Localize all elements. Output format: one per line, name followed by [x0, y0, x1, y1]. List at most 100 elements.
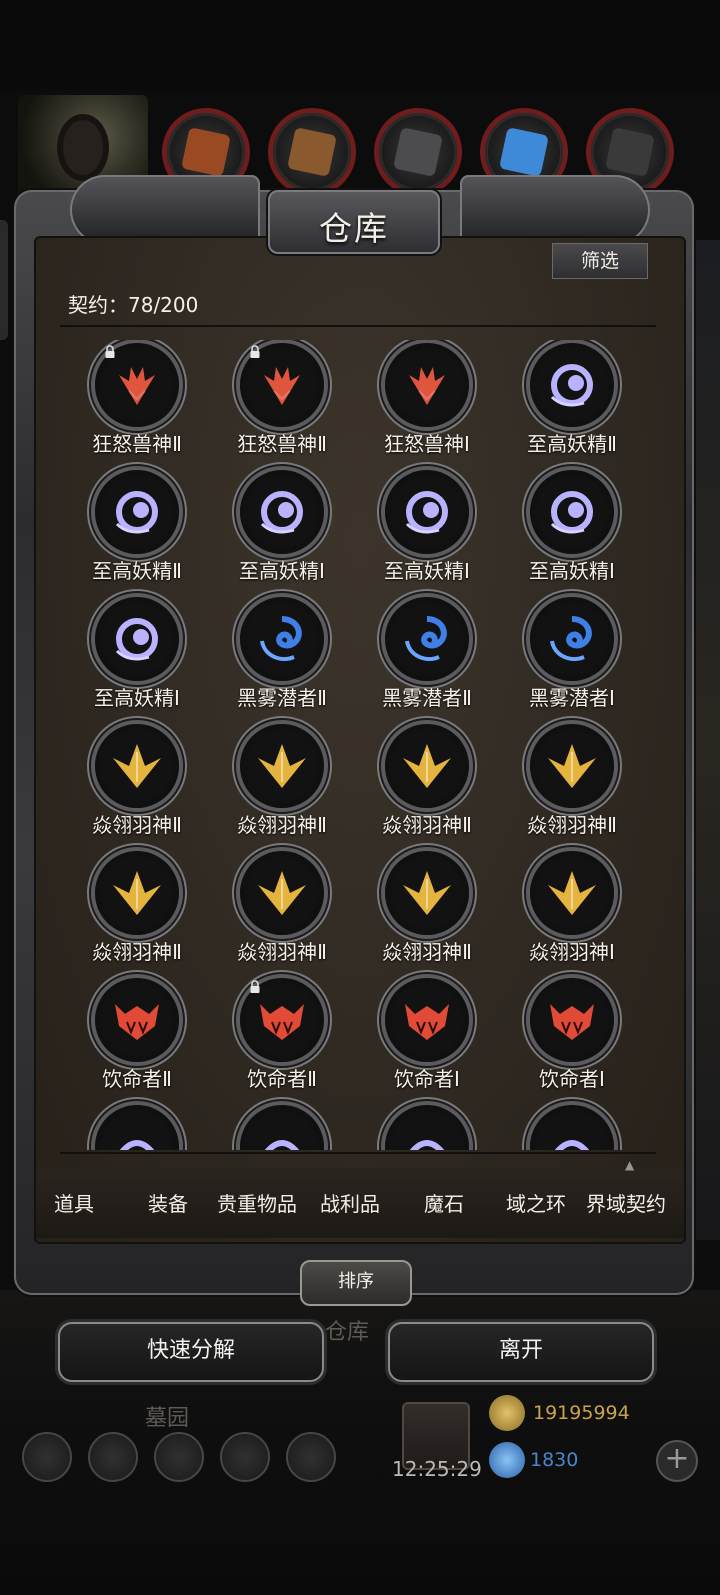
- contract-medal: [240, 470, 324, 554]
- contract-item[interactable]: 狂怒兽神Ⅱ: [207, 340, 357, 465]
- contract-item[interactable]: 焱翎羽神Ⅱ: [207, 848, 357, 973]
- lock-icon: [250, 980, 260, 993]
- tab-realm-contracts[interactable]: 界域契约: [586, 1188, 666, 1217]
- contract-item[interactable]: [62, 1102, 212, 1150]
- contract-medal: [530, 978, 614, 1062]
- contract-item[interactable]: 饮命者Ⅰ: [352, 975, 502, 1100]
- contract-medal: [385, 343, 469, 427]
- contract-item[interactable]: 至高妖精Ⅰ: [497, 467, 647, 592]
- contract-item-name: 焱翎羽神Ⅱ: [92, 940, 182, 964]
- tab-loot[interactable]: 战利品: [320, 1188, 380, 1217]
- contract-item[interactable]: 焱翎羽神Ⅱ: [352, 848, 502, 973]
- red-beast-emblem-icon: [264, 367, 300, 405]
- gold-wing-emblem-icon: [403, 744, 451, 788]
- menu-bag-icon[interactable]: [154, 1432, 204, 1482]
- contract-item-name: 狂怒兽神Ⅱ: [237, 432, 327, 456]
- gold-wing-emblem-icon: [548, 871, 596, 915]
- gem-amount: 1830: [530, 1449, 579, 1471]
- contract-item[interactable]: 饮命者Ⅰ: [497, 975, 647, 1100]
- contract-item[interactable]: 至高妖精Ⅰ: [62, 594, 212, 719]
- contract-item[interactable]: 饮命者Ⅱ: [207, 975, 357, 1100]
- contract-item-name: 至高妖精Ⅰ: [94, 686, 180, 710]
- contract-medal: [95, 1105, 179, 1150]
- purple-fairy-emblem-icon: [405, 491, 448, 534]
- contract-item[interactable]: [497, 1102, 647, 1150]
- contract-medal: [95, 978, 179, 1062]
- tab-domain-rings[interactable]: 域之环: [506, 1188, 566, 1217]
- red-beast-emblem-icon: [119, 367, 155, 405]
- contract-item[interactable]: 至高妖精Ⅰ: [352, 467, 502, 592]
- sort-button[interactable]: 排序: [300, 1260, 412, 1306]
- contract-grid[interactable]: 狂怒兽神Ⅱ 狂怒兽神Ⅱ 狂怒兽神Ⅰ 至高妖精Ⅱ 至高妖精Ⅱ 至高妖精Ⅰ 至高妖精…: [60, 340, 660, 1150]
- menu-mail-icon[interactable]: [220, 1432, 270, 1482]
- quick-decompose-button[interactable]: 快速分解: [58, 1322, 324, 1382]
- tab-equipment[interactable]: 装备: [148, 1188, 188, 1217]
- contract-item[interactable]: [352, 1102, 502, 1150]
- resource-wood-icon: [268, 108, 356, 196]
- contract-item[interactable]: 狂怒兽神Ⅰ: [352, 340, 502, 465]
- contract-medal: [240, 851, 324, 935]
- contract-item[interactable]: 狂怒兽神Ⅱ: [62, 340, 212, 465]
- contract-medal: [530, 343, 614, 427]
- contract-item-name: 饮命者Ⅱ: [247, 1067, 317, 1091]
- contract-item[interactable]: 至高妖精Ⅰ: [207, 467, 357, 592]
- background-graveyard-label: 墓园: [145, 1406, 190, 1431]
- contract-item[interactable]: 焱翎羽神Ⅱ: [497, 721, 647, 846]
- red-fang-emblem-icon: [405, 1004, 449, 1040]
- tab-valuables[interactable]: 贵重物品: [217, 1188, 297, 1217]
- menu-shop-icon[interactable]: [286, 1432, 336, 1482]
- contract-item[interactable]: 焱翎羽神Ⅰ: [497, 848, 647, 973]
- purple-emblem-icon: [264, 1140, 300, 1150]
- tab-magic-stones[interactable]: 魔石: [424, 1188, 464, 1217]
- contract-item-name: 饮命者Ⅰ: [394, 1067, 460, 1091]
- tab-items[interactable]: 道具: [54, 1188, 94, 1217]
- contract-item-name: 至高妖精Ⅱ: [527, 432, 617, 456]
- contract-item[interactable]: 至高妖精Ⅱ: [62, 467, 212, 592]
- menu-settings-icon[interactable]: [22, 1432, 72, 1482]
- contract-item[interactable]: 焱翎羽神Ⅱ: [207, 721, 357, 846]
- contract-item[interactable]: 焱翎羽神Ⅱ: [352, 721, 502, 846]
- contract-item[interactable]: 焱翎羽神Ⅱ: [62, 848, 212, 973]
- add-currency-button[interactable]: +: [656, 1440, 698, 1482]
- contract-item-name: 至高妖精Ⅰ: [239, 559, 325, 583]
- red-beast-emblem-icon: [409, 367, 445, 405]
- purple-fairy-emblem-icon: [115, 618, 158, 661]
- red-fang-emblem-icon: [260, 1004, 304, 1040]
- leave-button[interactable]: 离开: [388, 1322, 654, 1382]
- contract-medal: [240, 724, 324, 808]
- contract-medal: [385, 597, 469, 681]
- frame-ornament-left: [70, 175, 260, 245]
- contract-item[interactable]: [207, 1102, 357, 1150]
- contract-item[interactable]: 黑雾潜者Ⅱ: [207, 594, 357, 719]
- purple-fairy-emblem-icon: [550, 491, 593, 534]
- contract-item-name: 焱翎羽神Ⅱ: [237, 940, 327, 964]
- menu-compass-icon[interactable]: [88, 1432, 138, 1482]
- filter-button[interactable]: 筛选: [552, 243, 648, 279]
- gold-coin-icon: [489, 1395, 525, 1431]
- contract-item-name: 饮命者Ⅱ: [102, 1067, 172, 1091]
- contract-item[interactable]: 至高妖精Ⅱ: [497, 340, 647, 465]
- background-top: [0, 0, 720, 90]
- gold-wing-emblem-icon: [258, 871, 306, 915]
- resource-iron-icon: [374, 108, 462, 196]
- lock-icon: [105, 345, 115, 358]
- contract-medal: [530, 724, 614, 808]
- purple-emblem-icon: [409, 1140, 445, 1150]
- side-handle: [0, 220, 8, 340]
- contract-medal: [385, 978, 469, 1062]
- blue-vortex-emblem-icon: [550, 616, 592, 661]
- contract-item[interactable]: 饮命者Ⅱ: [62, 975, 212, 1100]
- contract-medal: [530, 470, 614, 554]
- purple-fairy-emblem-icon: [115, 491, 158, 534]
- contract-medal: [385, 1105, 469, 1150]
- contract-item[interactable]: 黑雾潜者Ⅱ: [352, 594, 502, 719]
- contract-item-name: 焱翎羽神Ⅱ: [382, 813, 472, 837]
- contract-item-name: 至高妖精Ⅱ: [92, 559, 182, 583]
- contract-item[interactable]: 焱翎羽神Ⅱ: [62, 721, 212, 846]
- contract-item-name: 饮命者Ⅰ: [539, 1067, 605, 1091]
- contract-item-name: 至高妖精Ⅰ: [529, 559, 615, 583]
- red-fang-emblem-icon: [550, 1004, 594, 1040]
- contract-item-name: 焱翎羽神Ⅰ: [529, 940, 615, 964]
- contract-item[interactable]: 黑雾潜者Ⅰ: [497, 594, 647, 719]
- gold-wing-emblem-icon: [403, 871, 451, 915]
